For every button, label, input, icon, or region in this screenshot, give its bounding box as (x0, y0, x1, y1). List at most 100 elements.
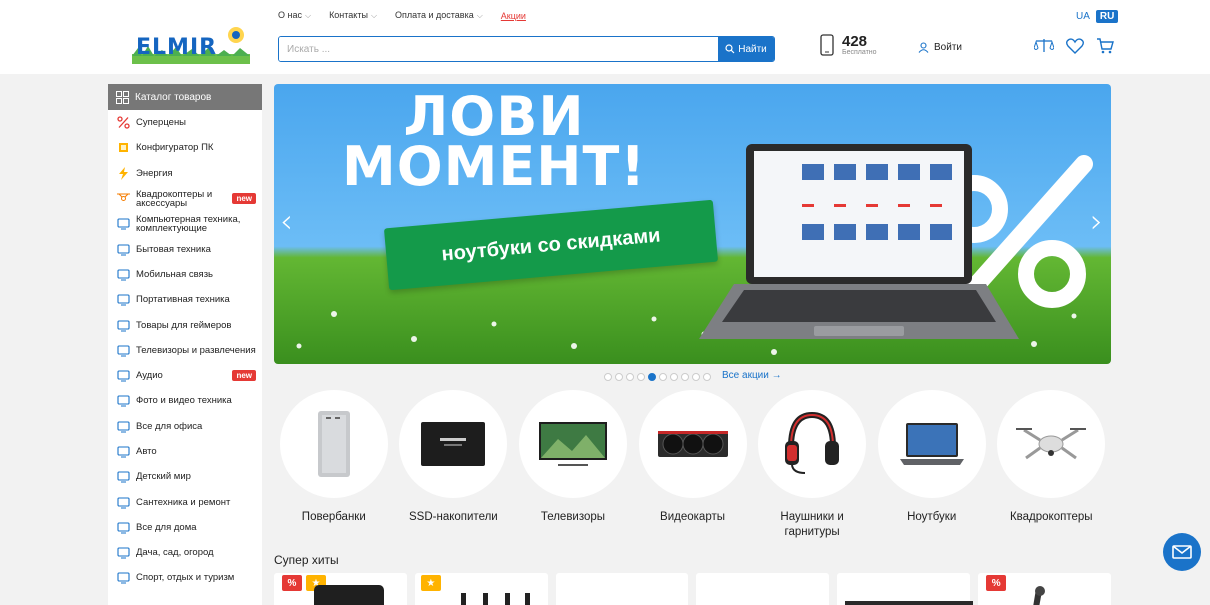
svg-text:ELMIR: ELMIR (136, 35, 217, 60)
sidebar-item[interactable]: Телевизоры и развлечения (108, 338, 262, 363)
chat-button[interactable] (1163, 533, 1201, 571)
sale-badge-icon: % (986, 575, 1007, 591)
sidebar-item[interactable]: Бытовая техника (108, 236, 262, 261)
category-headsets[interactable]: Наушники и гарнитуры (752, 390, 872, 540)
search-button[interactable]: Найти (718, 37, 774, 61)
sidebar-item[interactable]: Квадрокоптеры и аксессуары new (108, 186, 262, 211)
product-card[interactable] (837, 573, 974, 605)
sidebar-item-label: Портативная техника (136, 294, 230, 306)
product-card[interactable]: % ★ (274, 573, 407, 605)
sidebar-item[interactable]: Все для офиса (108, 414, 262, 439)
lang-ru[interactable]: RU (1095, 10, 1119, 23)
logo[interactable]: ELMIR (132, 26, 250, 64)
category-label: Видеокарты (660, 511, 725, 523)
sidebar-item[interactable]: Фото и видео техника (108, 388, 262, 413)
catalog-header[interactable]: Каталог товаров (108, 84, 262, 110)
catalog-title: Каталог товаров (135, 91, 212, 103)
slide-dot[interactable] (692, 373, 700, 381)
banner-next-arrow[interactable]: › (1090, 202, 1103, 240)
phone-icon (820, 34, 834, 56)
cart-icon[interactable] (1096, 38, 1114, 54)
nav-contacts[interactable]: Контакты ⌵ (329, 10, 377, 21)
slide-dot[interactable] (703, 373, 711, 381)
sidebar-item[interactable]: Все для дома (108, 515, 262, 540)
product-card[interactable] (696, 573, 830, 605)
sidebar-item[interactable]: Портативная техника (108, 287, 262, 312)
chevron-down-icon: ⌵ (476, 11, 483, 20)
sidebar-item-label: Авто (136, 446, 157, 457)
sidebar-item[interactable]: Мобильная связь (108, 262, 262, 287)
product-image (314, 585, 384, 605)
slide-dot[interactable] (604, 373, 612, 381)
sidebar-item-label: Бытовая техника (136, 243, 211, 255)
catalog-list: Суперцены Конфигуратор ПК Энергия Квадрокоп… (108, 110, 262, 591)
product-image (1033, 586, 1046, 605)
heart-icon[interactable] (1066, 38, 1084, 54)
sidebar-item-label: Товары для геймеров (136, 319, 232, 331)
envelope-icon (1172, 545, 1192, 559)
nav-payment-delivery[interactable]: Оплата и доставка ⌵ (395, 10, 483, 21)
sidebar-item[interactable]: Компьютерная техника, комплектующие (108, 211, 262, 236)
sidebar-item-label: Квадрокоптеры и аксессуары (136, 188, 213, 209)
sidebar-item[interactable]: Товары для геймеров (108, 312, 262, 337)
nav-promotions[interactable]: Акции (501, 11, 526, 21)
sidebar-item-label: Фото и видео техника (136, 395, 232, 407)
star-badge-icon: ★ (420, 575, 441, 591)
monitor-icon (116, 217, 130, 231)
product-card[interactable] (555, 573, 689, 605)
product-card[interactable]: ★ (414, 573, 548, 605)
slide-dot[interactable] (615, 373, 623, 381)
login-link[interactable]: Войти (918, 42, 962, 53)
category-image (399, 390, 508, 498)
slide-dot[interactable] (648, 373, 656, 381)
slide-dot[interactable] (681, 373, 689, 381)
slide-dot[interactable] (637, 373, 645, 381)
category-ssd[interactable]: SSD-накопители (394, 390, 514, 540)
super-hits-list: % ★ ★ % (274, 573, 1111, 605)
sidebar-item-label: Суперцены (136, 117, 187, 129)
sidebar-item[interactable]: Сантехника и ремонт (108, 489, 262, 514)
banner-prev-arrow[interactable]: ‹ (280, 202, 293, 240)
lang-ua[interactable]: UA (1076, 11, 1090, 22)
category-label: Телевизоры (540, 511, 606, 523)
all-promotions-link[interactable]: Все акции → (722, 370, 782, 381)
search-icon (725, 44, 735, 54)
hotline-number: 428 (842, 32, 868, 50)
category-image (758, 390, 867, 498)
nav-about[interactable]: О нас ⌵ (278, 10, 311, 21)
bike-icon (116, 571, 130, 585)
category-gpus[interactable]: Видеокарты (633, 390, 753, 540)
headset-icon (785, 411, 840, 474)
slide-dot[interactable] (670, 373, 678, 381)
sidebar-item[interactable]: Аудио new (108, 363, 262, 388)
sidebar-item-label: Спорт, отдых и туризм (136, 572, 235, 584)
promo-banner[interactable]: ЛОВИ МОМЕНТ! ноутбуки со скидками ‹ › (274, 84, 1111, 364)
sidebar-item-label: Мобильная связь (136, 268, 213, 280)
hotline[interactable]: 428 Бесплатно (820, 34, 877, 56)
sidebar-item[interactable]: Авто (108, 439, 262, 464)
sidebar-item[interactable]: Конфигуратор ПК (108, 135, 262, 160)
search-input[interactable] (279, 37, 718, 61)
chevron-down-icon: ⌵ (370, 11, 378, 20)
sidebar-item[interactable]: Энергия (108, 161, 262, 186)
slide-dot[interactable] (659, 373, 667, 381)
audio-icon (116, 369, 130, 383)
category-image (997, 390, 1106, 498)
category-tvs[interactable]: Телевизоры (513, 390, 633, 540)
sidebar-item-label: Все для дома (136, 521, 197, 533)
sidebar-item-label: Аудио (136, 370, 163, 382)
product-card[interactable]: % (978, 573, 1111, 605)
category-drones[interactable]: Квадрокоптеры (991, 390, 1111, 540)
car-icon (116, 445, 130, 459)
sidebar-item[interactable]: Суперцены (108, 110, 262, 135)
lightning-icon (116, 166, 130, 180)
sidebar-item[interactable]: Детский мир (108, 464, 262, 489)
slide-dot[interactable] (626, 373, 634, 381)
product-image (460, 593, 530, 605)
category-powerbanks[interactable]: Повербанки (274, 390, 394, 540)
category-laptops[interactable]: Ноутбуки (872, 390, 992, 540)
sidebar-item[interactable]: Дача, сад, огород (108, 540, 262, 565)
compare-icon[interactable] (1034, 38, 1054, 54)
sidebar-item[interactable]: Спорт, отдых и туризм (108, 565, 262, 590)
powerbank-icon (317, 411, 350, 477)
